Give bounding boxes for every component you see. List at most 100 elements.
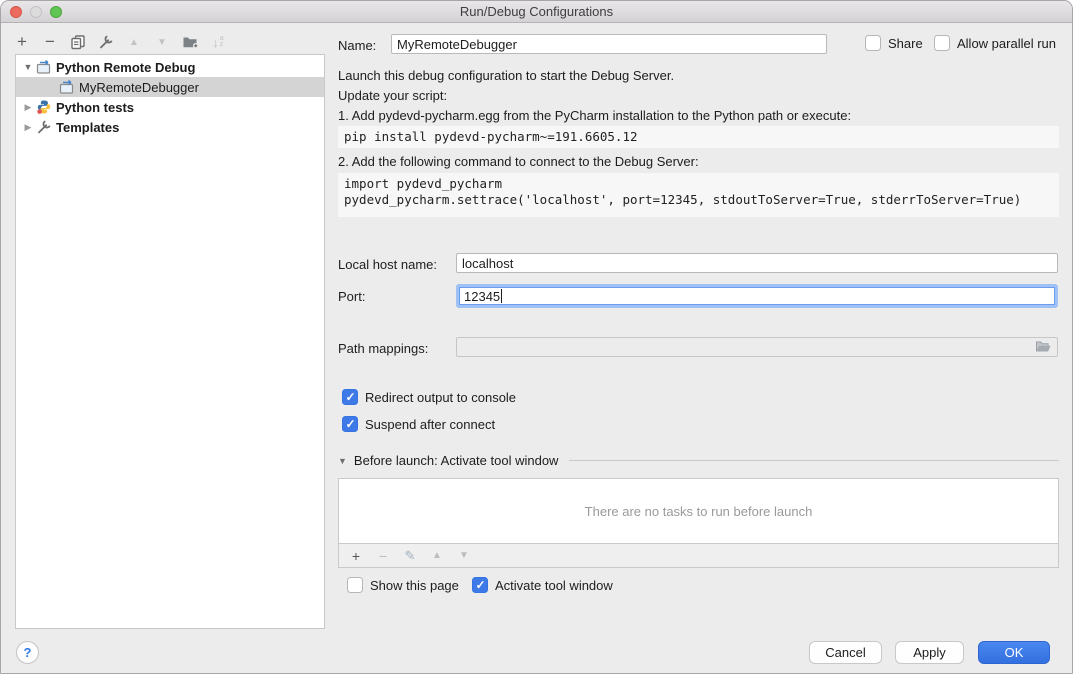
section-divider [569, 460, 1059, 461]
port-input[interactable] [456, 284, 1058, 308]
add-configuration-button[interactable]: + [11, 31, 33, 53]
apply-button-label: Apply [913, 645, 946, 660]
name-label: Name: [338, 38, 376, 53]
share-checkbox-label: Share [888, 36, 923, 51]
templates-wrench-icon [36, 119, 52, 135]
add-task-button[interactable]: + [349, 548, 363, 564]
path-mappings-browse-button[interactable] [1035, 339, 1052, 357]
before-launch-section-header[interactable]: ▼ Before launch: Activate tool window [338, 453, 1059, 468]
help-icon: ? [24, 645, 32, 660]
name-input[interactable] [391, 34, 827, 54]
sort-az-icon: ↓ a z [212, 35, 223, 50]
suspend-after-connect-checkbox[interactable]: Suspend after connect [342, 416, 495, 432]
copy-icon [70, 34, 86, 50]
close-button[interactable] [10, 6, 22, 18]
apply-button[interactable]: Apply [895, 641, 964, 664]
activate-tool-window-label: Activate tool window [495, 578, 613, 593]
code-line-settrace: pydevd_pycharm.settrace('localhost', por… [344, 192, 1053, 208]
tree-item-templates[interactable]: ▶ Templates [16, 117, 324, 137]
move-down-button[interactable]: ▼ [151, 31, 173, 53]
checkbox-box-icon [865, 35, 881, 51]
minimize-button[interactable] [30, 6, 42, 18]
move-task-up-button[interactable]: ▲ [430, 550, 444, 561]
empty-tasks-message: There are no tasks to run before launch [585, 504, 813, 519]
cancel-button-label: Cancel [825, 645, 865, 660]
new-folder-icon [182, 34, 199, 50]
allow-parallel-run-checkbox[interactable]: Allow parallel run [934, 35, 1056, 51]
ok-button[interactable]: OK [978, 641, 1050, 664]
pip-install-code: pip install pydevd-pycharm~=191.6605.12 [338, 126, 1059, 148]
wrench-icon [98, 34, 114, 50]
move-up-icon: ▲ [432, 550, 442, 561]
text-caret [501, 289, 502, 303]
move-task-down-button[interactable]: ▼ [457, 550, 471, 561]
tree-item-myremotedebugger[interactable]: MyRemoteDebugger [16, 77, 324, 97]
window-title: Run/Debug Configurations [1, 4, 1072, 19]
tree-item-python-remote-debug[interactable]: ▼ Python Remote Debug [16, 57, 324, 77]
suspend-after-connect-label: Suspend after connect [365, 417, 495, 432]
add-icon: + [352, 548, 360, 564]
traffic-lights [10, 6, 62, 18]
checkbox-checked-icon [342, 416, 358, 432]
new-folder-button[interactable] [179, 31, 201, 53]
before-launch-task-list: There are no tasks to run before launch [338, 478, 1059, 544]
zoom-button[interactable] [50, 6, 62, 18]
allow-parallel-run-label: Allow parallel run [957, 36, 1056, 51]
run-debug-configurations-dialog: Run/Debug Configurations + − [0, 0, 1073, 674]
activate-tool-window-checkbox[interactable]: Activate tool window [472, 577, 613, 593]
redirect-output-checkbox[interactable]: Redirect output to console [342, 389, 516, 405]
move-up-icon: ▲ [129, 37, 139, 48]
remove-configuration-button[interactable]: − [39, 31, 61, 53]
redirect-output-label: Redirect output to console [365, 390, 516, 405]
configurations-toolbar: + − ▲ ▼ [11, 31, 229, 53]
remote-debug-config-icon [59, 79, 75, 95]
expand-toggle-icon[interactable]: ▶ [22, 102, 34, 113]
expand-toggle-icon[interactable]: ▶ [22, 122, 34, 133]
instruction-step-2: 2. Add the following command to connect … [338, 154, 699, 169]
python-tests-icon [36, 99, 52, 115]
edit-pencil-icon: ✎ [405, 548, 416, 563]
configurations-tree: ▼ Python Remote Debug MyRemoteDebugger ▶… [15, 54, 325, 629]
show-this-page-checkbox[interactable]: Show this page [347, 577, 459, 593]
before-launch-title: Before launch: Activate tool window [354, 453, 559, 468]
settrace-code-block: import pydevd_pycharm pydevd_pycharm.set… [338, 173, 1059, 217]
tree-item-label: Templates [56, 120, 119, 135]
expand-toggle-icon[interactable]: ▼ [22, 62, 34, 72]
instruction-step-1: 1. Add pydevd-pycharm.egg from the PyCha… [338, 108, 851, 123]
open-folder-icon [1035, 339, 1052, 354]
instruction-line-2: Update your script: [338, 88, 447, 103]
help-button[interactable]: ? [16, 641, 39, 664]
add-icon: + [17, 32, 27, 52]
remove-task-button[interactable]: − [376, 548, 390, 564]
move-up-button[interactable]: ▲ [123, 31, 145, 53]
checkbox-checked-icon [342, 389, 358, 405]
path-mappings-label: Path mappings: [338, 341, 428, 356]
move-down-icon: ▼ [157, 37, 167, 48]
titlebar: Run/Debug Configurations [1, 1, 1072, 23]
tree-item-python-tests[interactable]: ▶ Python tests [16, 97, 324, 117]
tree-item-label: MyRemoteDebugger [79, 80, 199, 95]
share-checkbox[interactable]: Share [865, 35, 923, 51]
show-this-page-label: Show this page [370, 578, 459, 593]
path-mappings-input[interactable] [456, 337, 1058, 357]
local-host-name-label: Local host name: [338, 257, 437, 272]
checkbox-box-icon [347, 577, 363, 593]
move-down-icon: ▼ [459, 550, 469, 561]
ok-button-label: OK [1005, 645, 1024, 660]
local-host-name-input[interactable] [456, 253, 1058, 273]
instruction-line-1: Launch this debug configuration to start… [338, 68, 674, 83]
copy-configuration-button[interactable] [67, 31, 89, 53]
tree-item-label: Python Remote Debug [56, 60, 195, 75]
remove-icon: − [45, 32, 55, 52]
edit-task-button[interactable]: ✎ [403, 548, 417, 564]
edit-templates-button[interactable] [95, 31, 117, 53]
code-line-import: import pydevd_pycharm [344, 176, 1053, 192]
port-label: Port: [338, 289, 365, 304]
remote-debug-config-icon [36, 59, 52, 75]
remove-icon: − [379, 548, 387, 564]
before-launch-toolbar: + − ✎ ▲ ▼ [338, 544, 1059, 568]
checkbox-checked-icon [472, 577, 488, 593]
cancel-button[interactable]: Cancel [809, 641, 882, 664]
collapse-section-icon[interactable]: ▼ [338, 456, 347, 466]
sort-configurations-button[interactable]: ↓ a z [207, 31, 229, 53]
